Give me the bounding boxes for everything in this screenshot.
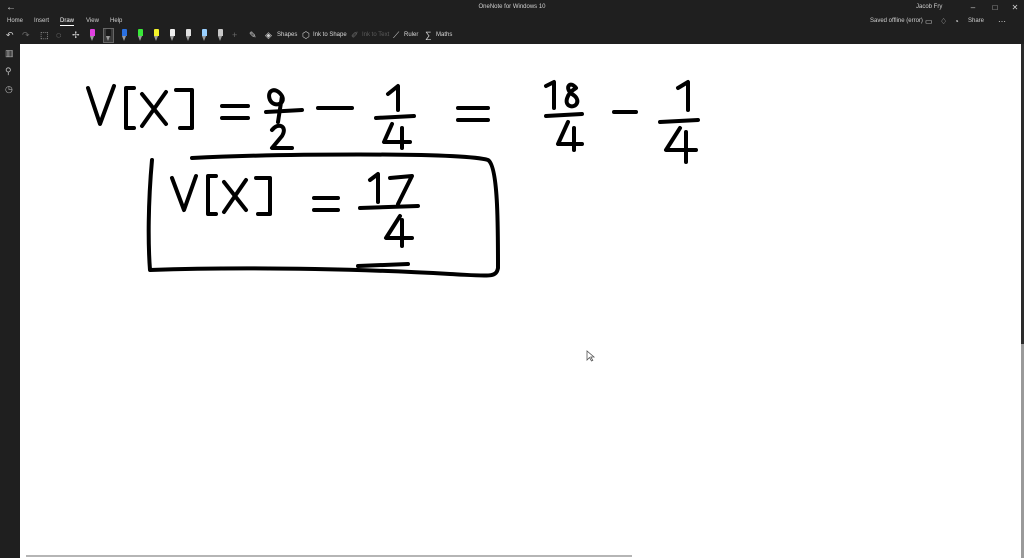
draw-toolbar: ↶ ↷ ⬚ ◌ ✢ + ✎ ◈ Shapes ⬡ Ink to Shape ✐ … bbox=[0, 28, 1024, 44]
page-canvas[interactable] bbox=[20, 44, 1021, 558]
maximize-icon[interactable]: □ bbox=[988, 3, 1002, 12]
minimize-icon[interactable]: – bbox=[966, 3, 980, 12]
lightbulb-icon[interactable]: ♢ bbox=[940, 17, 947, 26]
ink-to-shape-button[interactable]: Ink to Shape bbox=[313, 32, 347, 38]
window-title: OneNote for Windows 10 bbox=[478, 4, 546, 10]
tab-home[interactable]: Home bbox=[7, 18, 23, 24]
pen-tip bbox=[90, 36, 94, 41]
handwritten-ink bbox=[86, 80, 700, 278]
pen-tip bbox=[202, 36, 206, 41]
pen-tip bbox=[170, 36, 174, 41]
title-bar: ← OneNote for Windows 10 Jacob Fry – □ ✕ bbox=[0, 0, 1024, 16]
pen-tip bbox=[154, 36, 158, 41]
tab-view[interactable]: View bbox=[86, 18, 99, 24]
pen-silver-icon[interactable] bbox=[184, 29, 193, 42]
box-underline bbox=[356, 262, 410, 268]
ink-to-text-icon[interactable]: ✎ bbox=[249, 30, 257, 41]
pen-cap bbox=[186, 29, 191, 36]
add-pen-icon[interactable]: + bbox=[232, 30, 237, 40]
user-name[interactable]: Jacob Fry bbox=[916, 4, 942, 10]
ink-to-shape-icon[interactable]: ⬡ bbox=[302, 30, 310, 41]
bell-icon[interactable]: ◔ bbox=[954, 17, 959, 26]
notebooks-icon[interactable]: ▥ bbox=[5, 48, 14, 59]
navigation-sidebar: ▥ ⚲ ◷ bbox=[0, 44, 20, 558]
mouse-cursor-icon bbox=[586, 350, 596, 362]
pen-cap bbox=[138, 29, 143, 36]
pen-lightblue-icon[interactable] bbox=[200, 29, 209, 42]
eraser-icon[interactable]: ◌ bbox=[56, 30, 61, 40]
pen-cap bbox=[170, 29, 175, 36]
ink-line-1 bbox=[86, 80, 700, 164]
pen-blue-icon[interactable] bbox=[120, 29, 129, 42]
shapes-icon[interactable]: ◈ bbox=[265, 30, 272, 41]
redo-icon[interactable]: ↷ bbox=[22, 30, 30, 41]
ink-to-text-disabled-icon: ✐ bbox=[351, 30, 359, 40]
ink-to-text-button[interactable]: Ink to Text bbox=[362, 32, 389, 38]
answer-box bbox=[146, 152, 500, 278]
pen-tip bbox=[106, 36, 110, 41]
pen-tip bbox=[138, 36, 142, 41]
maths-icon[interactable]: ∑ bbox=[425, 30, 431, 40]
lasso-select-icon[interactable]: ⬚ bbox=[40, 30, 49, 41]
ink-line-2 bbox=[170, 172, 420, 248]
pen-cap bbox=[218, 29, 223, 36]
pen-white-icon[interactable] bbox=[168, 29, 177, 42]
tab-insert[interactable]: Insert bbox=[34, 18, 49, 24]
pen-pink-icon[interactable] bbox=[88, 29, 97, 42]
pen-tip bbox=[186, 36, 190, 41]
pen-black-icon[interactable] bbox=[103, 28, 114, 43]
highlighter-yellow-icon[interactable] bbox=[152, 29, 161, 42]
notebook-icon[interactable]: ▭ bbox=[925, 17, 933, 26]
horizontal-scrollbar[interactable] bbox=[26, 555, 632, 557]
pen-cap bbox=[154, 29, 159, 36]
pen-tip bbox=[218, 36, 222, 41]
tab-draw[interactable]: Draw bbox=[60, 18, 75, 26]
ribbon-tabs: Home Insert Draw View Help Saved offline… bbox=[0, 16, 1024, 28]
recent-icon[interactable]: ◷ bbox=[5, 84, 13, 95]
more-icon[interactable]: ⋯ bbox=[998, 17, 1006, 26]
sync-status[interactable]: Saved offline (error) bbox=[870, 18, 923, 24]
maths-button[interactable]: Maths bbox=[436, 32, 452, 38]
pen-gray-icon[interactable] bbox=[216, 29, 225, 42]
ruler-icon[interactable]: ⟋ bbox=[393, 30, 399, 41]
tab-help[interactable]: Help bbox=[110, 18, 122, 24]
share-button[interactable]: Share bbox=[968, 18, 984, 24]
pen-green-icon[interactable] bbox=[136, 29, 145, 42]
shapes-button[interactable]: Shapes bbox=[277, 32, 297, 38]
pen-cap bbox=[122, 29, 127, 36]
pen-cap bbox=[90, 29, 95, 36]
pen-cap bbox=[202, 29, 207, 36]
search-icon[interactable]: ⚲ bbox=[5, 66, 12, 77]
pen-cap bbox=[106, 29, 111, 36]
undo-icon[interactable]: ↶ bbox=[6, 30, 14, 41]
close-icon[interactable]: ✕ bbox=[1008, 3, 1022, 12]
add-space-icon[interactable]: ✢ bbox=[72, 30, 80, 41]
ruler-button[interactable]: Ruler bbox=[404, 32, 418, 38]
pen-tip bbox=[122, 36, 126, 41]
